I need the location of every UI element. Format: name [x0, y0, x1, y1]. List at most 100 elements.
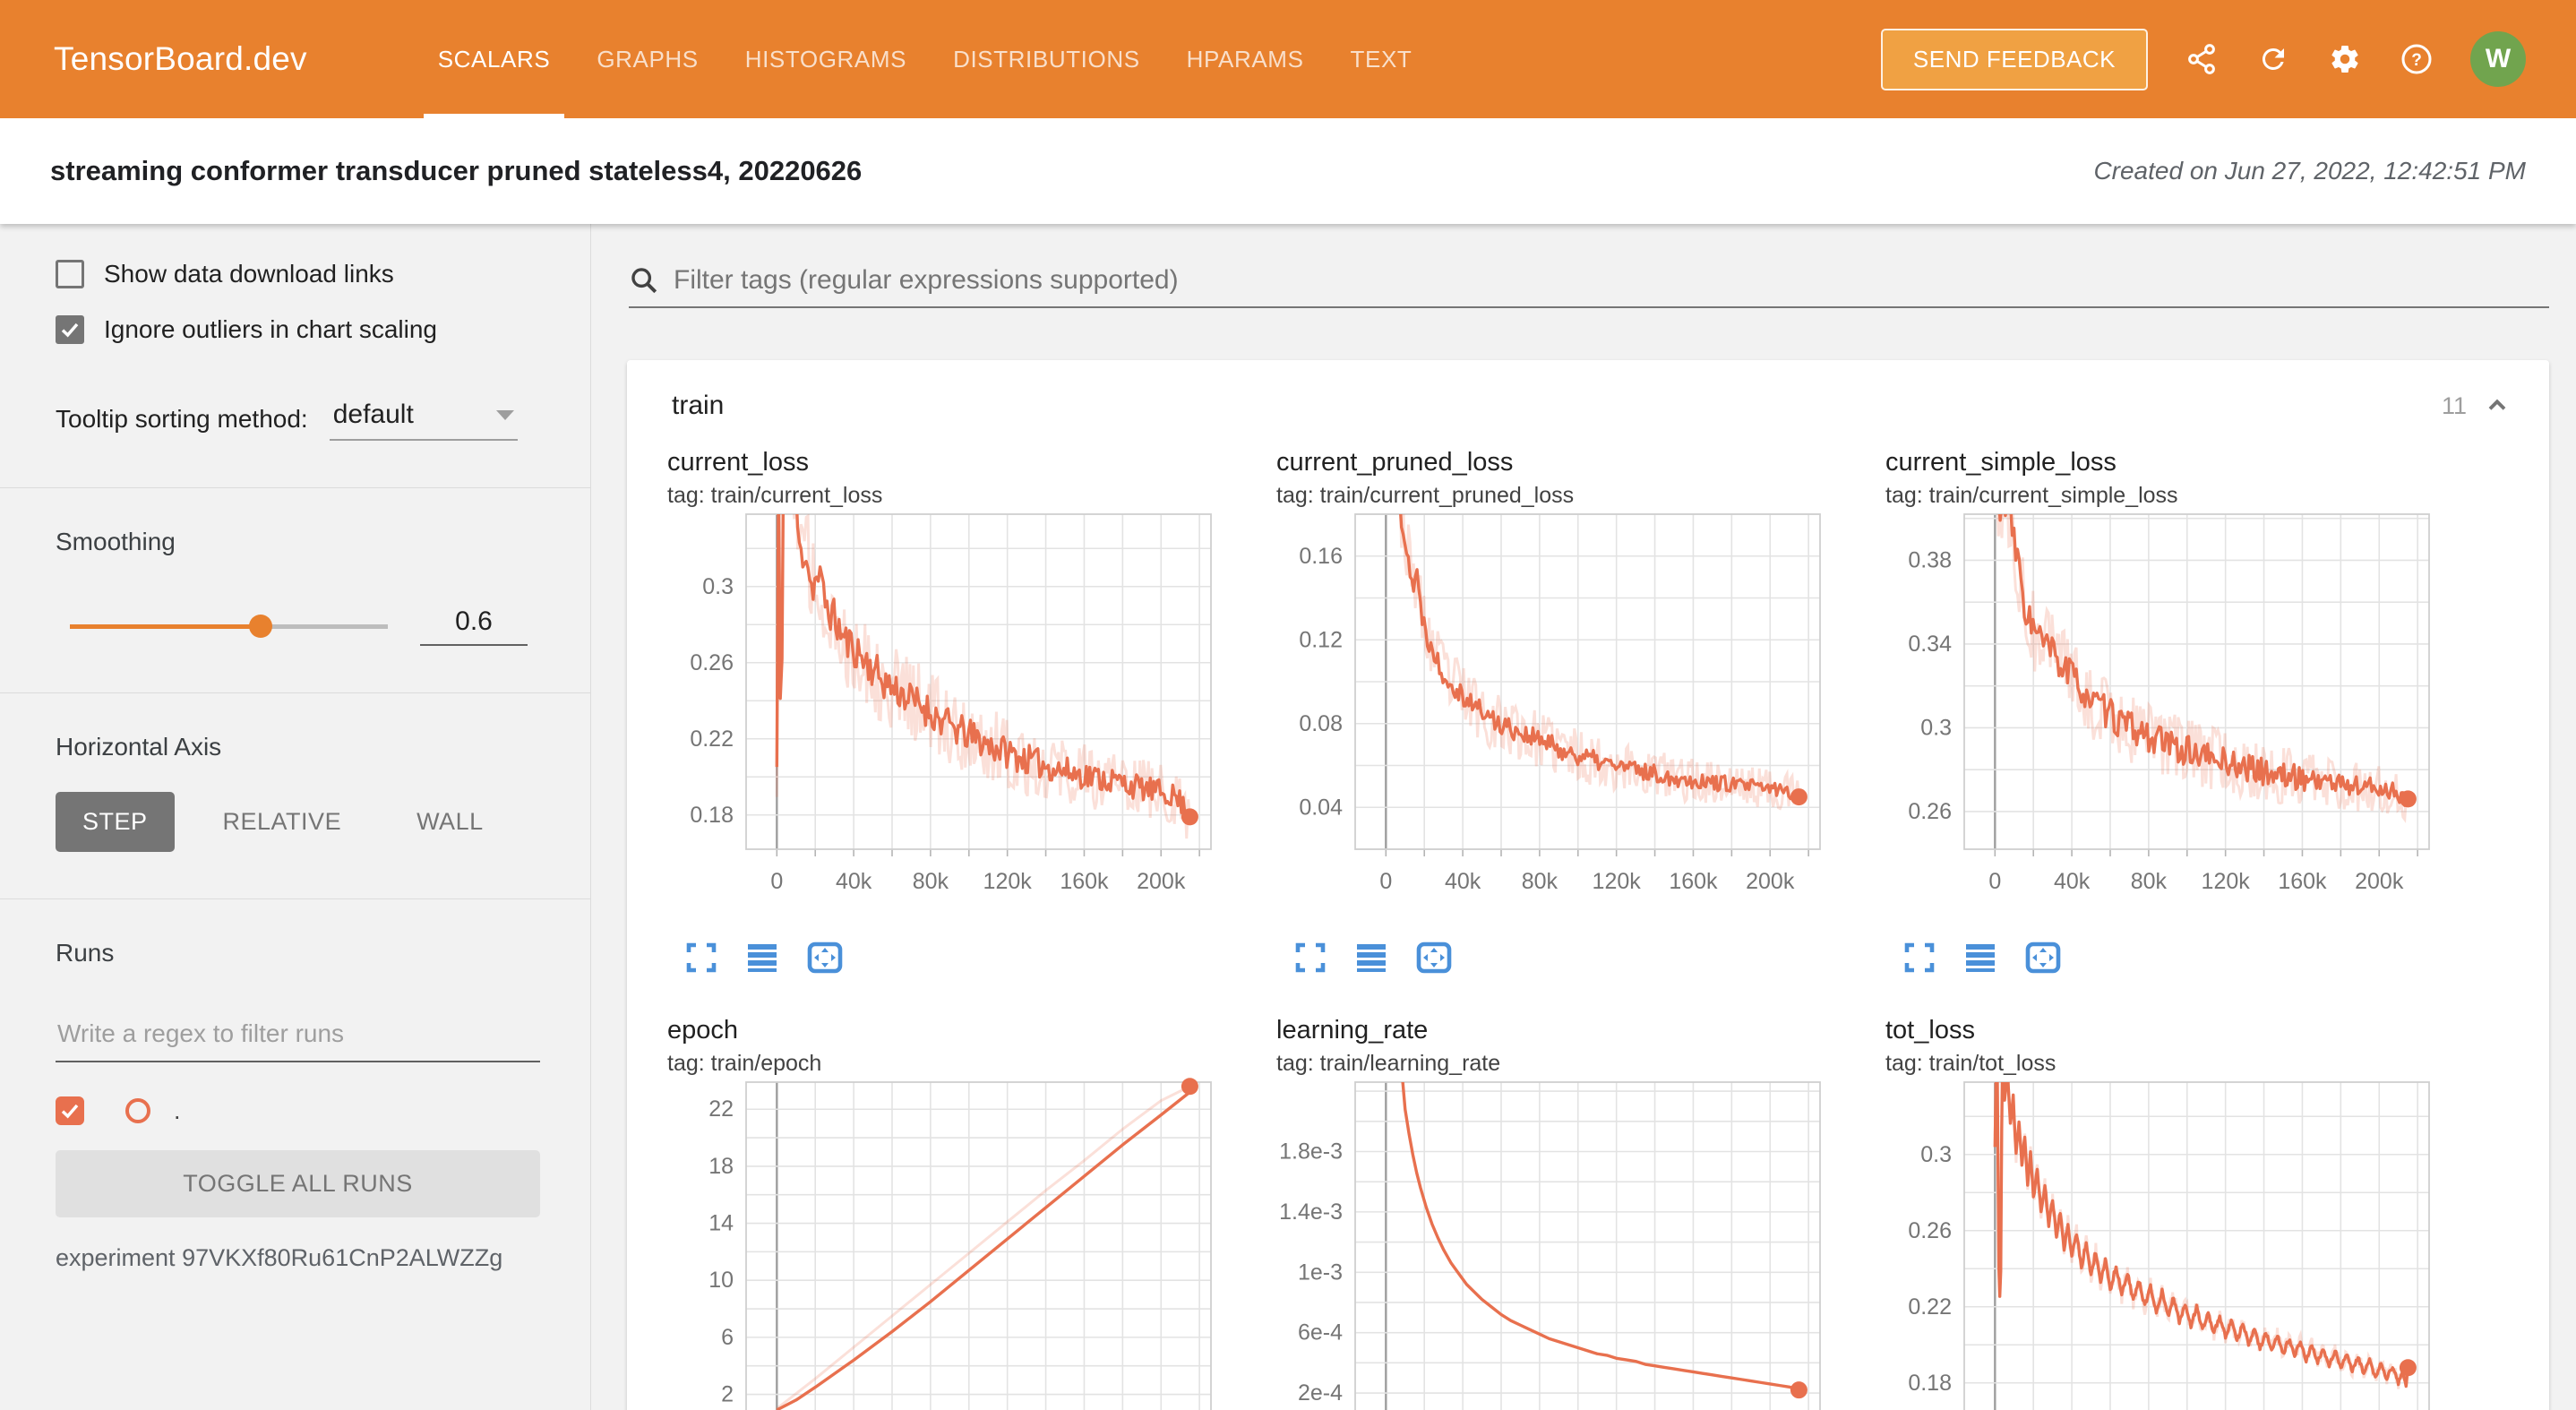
svg-text:0.12: 0.12	[1299, 627, 1343, 652]
created-timestamp: Created on Jun 27, 2022, 12:42:51 PM	[2093, 157, 2526, 185]
line-chart[interactable]: 040k80k120k160k200k2610141822	[667, 1077, 1227, 1410]
scalar-chart-card: current_loss tag: train/current_loss 040…	[667, 448, 1227, 976]
smoothing-slider-row: 0.6	[56, 606, 540, 646]
fit-domain-button[interactable]	[807, 941, 843, 976]
header-actions: SEND FEEDBACK ? W	[1881, 29, 2526, 90]
app-logo: TensorBoard.dev	[54, 40, 307, 78]
tooltip-sorting-select[interactable]: default	[330, 400, 518, 441]
svg-text:160k: 160k	[2278, 869, 2327, 894]
tab-distributions[interactable]: DISTRIBUTIONS	[930, 0, 1163, 118]
toggle-all-runs-button[interactable]: TOGGLE ALL RUNS	[56, 1150, 540, 1217]
horizontal-axis-label: Horizontal Axis	[56, 733, 540, 761]
chart-title: current_loss	[667, 448, 1227, 477]
collapse-section-button[interactable]	[2483, 391, 2512, 420]
run-name: .	[174, 1097, 181, 1125]
run-row[interactable]: .	[56, 1096, 540, 1125]
train-chart-count: 11	[2442, 392, 2467, 420]
scalar-chart-card: current_simple_loss tag: train/current_s…	[1885, 448, 2445, 976]
line-chart[interactable]: 040k80k120k160k200k0.180.220.260.3	[1885, 1077, 2445, 1410]
tab-graphs[interactable]: GRAPHS	[573, 0, 721, 118]
tab-histograms[interactable]: HISTOGRAMS	[722, 0, 930, 118]
checkbox-checked-icon[interactable]	[56, 315, 84, 344]
svg-text:120k: 120k	[983, 869, 1033, 894]
app-header: TensorBoard.dev SCALARS GRAPHS HISTOGRAM…	[0, 0, 2576, 118]
sidebar-divider	[0, 692, 590, 693]
line-chart[interactable]: 040k80k120k160k200k0.260.30.340.38	[1885, 509, 2445, 930]
chart-tag: tag: train/learning_rate	[1276, 1051, 1836, 1077]
tooltip-sorting-label: Tooltip sorting method:	[56, 405, 308, 441]
chart-tag: tag: train/tot_loss	[1885, 1051, 2445, 1077]
show-download-links-checkbox[interactable]: Show data download links	[56, 260, 540, 288]
line-chart[interactable]: 040k80k120k160k200k2e-46e-41e-31.4e-31.8…	[1276, 1077, 1836, 1410]
svg-text:40k: 40k	[2054, 869, 2091, 894]
svg-text:0.18: 0.18	[690, 803, 734, 828]
smoothing-slider[interactable]	[70, 624, 388, 629]
fit-domain-button[interactable]	[2025, 941, 2061, 976]
chart-tag: tag: train/epoch	[667, 1051, 1227, 1077]
svg-text:6e-4: 6e-4	[1298, 1320, 1343, 1346]
tab-text[interactable]: TEXT	[1327, 0, 1436, 118]
train-section-header[interactable]: train 11	[627, 360, 2549, 439]
svg-text:160k: 160k	[1060, 869, 1109, 894]
experiment-id: experiment 97VKXf80Ru61CnP2ALWZZg	[56, 1244, 540, 1272]
runs-filter-input[interactable]	[56, 1014, 540, 1062]
scalar-chart-card: tot_loss tag: train/tot_loss 040k80k120k…	[1885, 1016, 2445, 1410]
smoothing-label: Smoothing	[56, 528, 540, 556]
tab-scalars[interactable]: SCALARS	[415, 0, 574, 118]
svg-text:0.16: 0.16	[1299, 544, 1343, 569]
chart-actions	[1903, 941, 2445, 976]
expand-chart-button[interactable]	[1903, 941, 1936, 976]
run-checkbox-checked-icon[interactable]	[56, 1096, 84, 1125]
expand-chart-button[interactable]	[1294, 941, 1327, 976]
share-icon[interactable]	[2184, 41, 2220, 77]
gear-icon[interactable]	[2327, 41, 2363, 77]
filter-tags-input[interactable]	[674, 265, 2549, 296]
refresh-icon[interactable]	[2255, 41, 2291, 77]
avatar[interactable]: W	[2470, 31, 2526, 87]
runs-filter-row	[56, 1014, 540, 1062]
experiment-title: streaming conformer transducer pruned st…	[50, 155, 862, 187]
svg-text:120k: 120k	[1593, 869, 1642, 894]
svg-text:0.08: 0.08	[1299, 711, 1343, 736]
svg-text:0: 0	[1379, 869, 1392, 894]
line-chart[interactable]: 040k80k120k160k200k0.040.080.120.16	[1276, 509, 1836, 930]
toggle-runs-list-button[interactable]	[1355, 941, 1387, 976]
svg-text:1e-3: 1e-3	[1298, 1260, 1343, 1285]
charts-grid: current_loss tag: train/current_loss 040…	[627, 439, 2549, 1410]
svg-text:10: 10	[708, 1268, 734, 1293]
slider-thumb[interactable]	[249, 615, 272, 638]
axis-relative-button[interactable]: RELATIVE	[196, 792, 369, 852]
chart-title: epoch	[667, 1016, 1227, 1045]
svg-text:0.22: 0.22	[1908, 1294, 1952, 1320]
help-icon[interactable]: ?	[2399, 41, 2434, 77]
train-section-card: train 11 current_loss tag: train/current…	[627, 360, 2549, 1410]
chart-tag: tag: train/current_simple_loss	[1885, 483, 2445, 509]
checkbox-unchecked-icon[interactable]	[56, 260, 84, 288]
line-chart[interactable]: 040k80k120k160k200k0.180.220.260.3	[667, 509, 1227, 930]
experiment-title-bar: streaming conformer transducer pruned st…	[0, 118, 2576, 224]
fit-domain-button[interactable]	[1416, 941, 1452, 976]
ignore-outliers-label: Ignore outliers in chart scaling	[104, 315, 437, 344]
scalars-main: train 11 current_loss tag: train/current…	[591, 224, 2576, 1410]
ignore-outliers-checkbox[interactable]: Ignore outliers in chart scaling	[56, 315, 540, 344]
tooltip-sorting-value: default	[333, 400, 414, 430]
svg-text:0.34: 0.34	[1908, 632, 1952, 657]
svg-text:0.26: 0.26	[1908, 1218, 1952, 1243]
expand-chart-button[interactable]	[685, 941, 717, 976]
send-feedback-button[interactable]: SEND FEEDBACK	[1881, 29, 2148, 90]
svg-text:1.4e-3: 1.4e-3	[1279, 1199, 1343, 1225]
axis-wall-button[interactable]: WALL	[390, 792, 511, 852]
tab-hparams[interactable]: HPARAMS	[1163, 0, 1327, 118]
svg-text:0.18: 0.18	[1908, 1371, 1952, 1396]
toggle-runs-list-button[interactable]	[1964, 941, 1996, 976]
train-section-title: train	[672, 391, 724, 421]
svg-text:80k: 80k	[2131, 869, 2168, 894]
axis-step-button[interactable]: STEP	[56, 792, 175, 852]
scalar-chart-card: epoch tag: train/epoch 040k80k120k160k20…	[667, 1016, 1227, 1410]
svg-text:0.26: 0.26	[690, 650, 734, 675]
svg-text:2e-4: 2e-4	[1298, 1380, 1343, 1406]
smoothing-value[interactable]: 0.6	[420, 606, 528, 646]
svg-text:0.3: 0.3	[1920, 715, 1952, 740]
svg-text:0.26: 0.26	[1908, 799, 1952, 824]
toggle-runs-list-button[interactable]	[746, 941, 778, 976]
